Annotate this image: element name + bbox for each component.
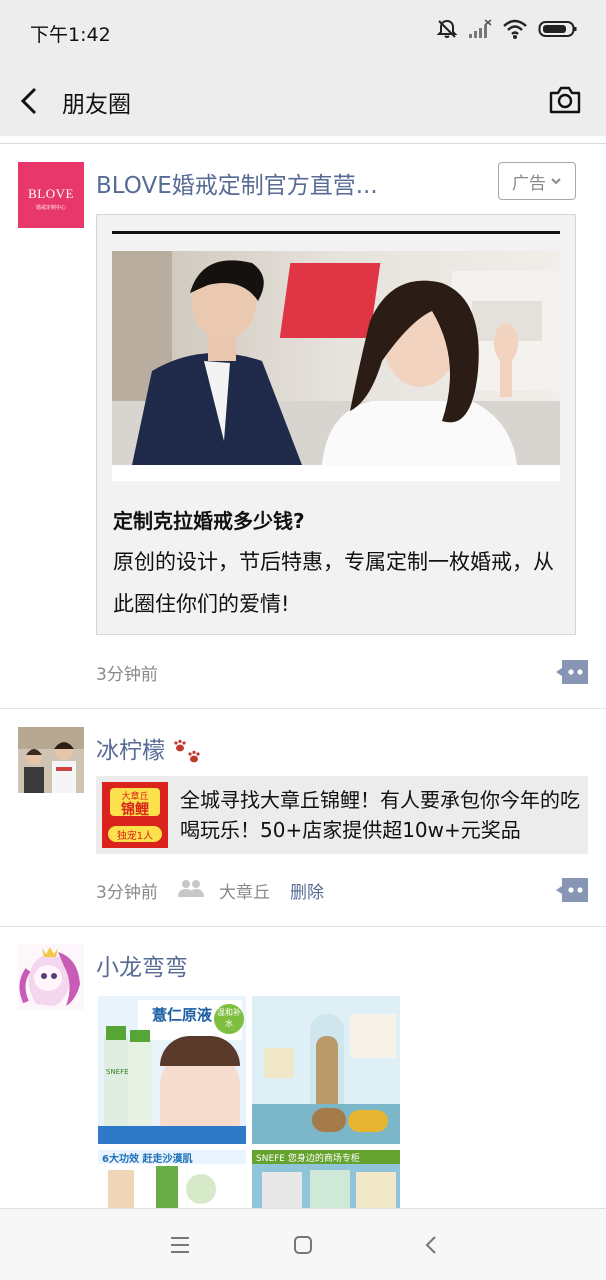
back-icon[interactable]	[418, 1231, 446, 1259]
comment-icon[interactable]	[556, 878, 588, 902]
ad-photo	[112, 251, 560, 465]
grid-image[interactable]: 薏仁原液 温和补水 SNEFE	[98, 996, 246, 1144]
menu-icon[interactable]	[166, 1231, 194, 1259]
grid-image[interactable]: 6大功效 赶走沙漠肌	[98, 1150, 246, 1208]
wifi-icon	[503, 19, 527, 39]
mute-bell-icon	[436, 19, 458, 38]
grid-image-brand: SNEFE	[106, 1068, 129, 1076]
nav-divider	[0, 143, 606, 144]
grid-image-title: 6大功效 赶走沙漠肌	[102, 1154, 193, 1165]
ad-label-dropdown[interactable]: 广告	[498, 162, 576, 200]
nav-bar: 朋友圈	[0, 66, 606, 136]
ad-card[interactable]: 定制克拉婚戒多少钱? 原创的设计，节后特惠，专属定制一枚婚戒，从此圈住你们的爱情…	[96, 214, 576, 635]
grid-image-badge: 温和补水	[217, 1008, 241, 1028]
share-title: 全城寻找大章丘锦鲤！有人要承包你今年的吃喝玩乐！50+店家提供超10w+元奖品	[180, 788, 580, 842]
delete-button[interactable]: 删除	[290, 878, 324, 903]
poster-name[interactable]: 小龙弯弯	[96, 948, 188, 982]
share-thumbnail: 大章丘 锦鲤 独宠1人	[102, 782, 168, 848]
ad-headline: 定制克拉婚戒多少钱?	[113, 509, 305, 533]
ad-photo-base	[112, 465, 560, 481]
comment-icon[interactable]	[556, 660, 588, 684]
signal-icon	[469, 19, 492, 38]
location-label: 大章丘	[219, 883, 270, 903]
ad-body: 原创的设计，节后特惠，专属定制一枚婚戒，从此圈住你们的爱情!	[113, 550, 554, 616]
status-time: 下午1:42	[30, 24, 111, 46]
grid-image[interactable]: SNEFE 您身边的商场专柜	[252, 1150, 400, 1208]
post-divider	[0, 926, 606, 927]
visibility-group-icon	[178, 880, 204, 897]
system-nav-bar	[0, 1208, 606, 1280]
grid-image-title: SNEFE 您身边的商场专柜	[256, 1154, 360, 1164]
poster-name-text: 冰柠檬	[96, 738, 165, 764]
post-time: 3分钟前	[96, 883, 158, 903]
post-divider	[0, 708, 606, 709]
poster-name[interactable]: BLOVE婚戒定制官方直营...	[96, 166, 378, 200]
paw-prints-icon	[174, 739, 200, 762]
status-bar: 下午1:42	[0, 0, 606, 66]
grid-image-title: 薏仁原液	[152, 1006, 213, 1024]
page-title: 朋友圈	[62, 92, 131, 118]
image-grid: 薏仁原液 温和补水 SNEFE 6大功效 赶走沙漠肌 SNEFE 您身边的商场专…	[98, 996, 400, 1208]
avatar-brand: BLOVE	[28, 186, 74, 201]
battery-icon	[538, 21, 577, 37]
grid-image[interactable]	[252, 996, 400, 1144]
avatar[interactable]: BLOVE 婚戒定制中心	[18, 162, 84, 228]
avatar[interactable]	[18, 944, 84, 1010]
camera-icon[interactable]	[548, 85, 582, 115]
avatar[interactable]	[18, 727, 84, 793]
share-thumb-bottom: 独宠1人	[116, 831, 154, 842]
chevron-left-icon[interactable]	[16, 84, 46, 118]
avatar-brand-sub: 婚戒定制中心	[35, 205, 66, 211]
poster-name[interactable]: 冰柠檬	[96, 731, 204, 766]
share-thumb-main: 锦鲤	[121, 802, 149, 818]
ad-label: 广告	[512, 173, 546, 194]
home-icon[interactable]	[289, 1231, 317, 1259]
shared-link-card[interactable]: 大章丘 锦鲤 独宠1人 全城寻找大章丘锦鲤！有人要承包你今年的吃喝玩乐！50+店…	[96, 776, 588, 854]
chevron-down-icon	[551, 178, 561, 185]
post-time: 3分钟前	[96, 665, 158, 685]
status-icons	[436, 18, 578, 40]
ad-card-rule	[112, 231, 560, 234]
